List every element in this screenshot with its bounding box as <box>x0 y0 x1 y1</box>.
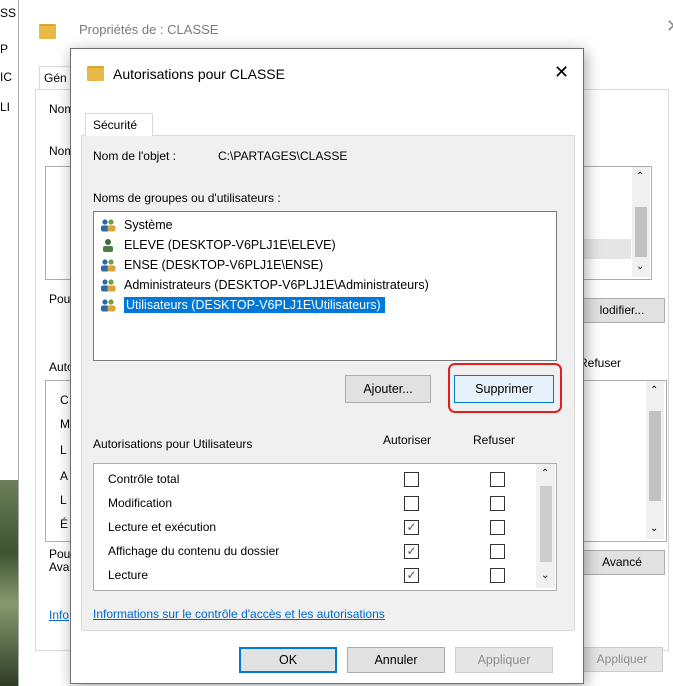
permissions-dialog: Autorisations pour CLASSE ✕ Sécurité Nom… <box>70 48 584 684</box>
group-row[interactable]: Système <box>94 215 556 235</box>
allow-checkbox[interactable]: ✓ <box>404 520 419 535</box>
outer-letter: C <box>60 393 69 407</box>
permission-name: Affichage du contenu du dossier <box>108 544 280 558</box>
background-text: LI <box>0 100 11 114</box>
group-label: Utilisateurs (DESKTOP-V6PLJ1E\Utilisateu… <box>124 297 385 313</box>
outer-label: Pou <box>49 292 71 306</box>
deny-checkbox[interactable] <box>490 544 505 559</box>
deny-checkbox[interactable] <box>490 568 505 583</box>
group-row[interactable]: Utilisateurs (DESKTOP-V6PLJ1E\Utilisateu… <box>94 295 556 315</box>
permissions-list: Contrôle total Modification Lecture et exé… <box>93 463 557 591</box>
deny-checkbox[interactable] <box>490 496 505 511</box>
folder-icon <box>87 66 104 81</box>
group-label: Administrateurs (DESKTOP-V6PLJ1E\Adminis… <box>124 278 429 292</box>
apply-button: Appliquer <box>455 647 553 673</box>
deny-checkbox[interactable] <box>490 472 505 487</box>
group-label: Système <box>124 218 173 232</box>
scroll-thumb[interactable] <box>635 207 647 257</box>
object-name-value: C:\PARTAGES\CLASSE <box>218 149 348 163</box>
tab-security[interactable]: Sécurité <box>85 113 153 136</box>
desktop-wallpaper <box>0 480 18 686</box>
outer-label: Pou Ava <box>49 547 71 574</box>
scroll-up-icon[interactable]: ⌃ <box>636 171 644 182</box>
allow-header: Autoriser <box>383 433 432 447</box>
scroll-down-icon[interactable]: ⌄ <box>636 261 644 272</box>
group-row[interactable]: ELEVE (DESKTOP-V6PLJ1E\ELEVE) <box>94 235 556 255</box>
object-name-label: Nom de l'objet : <box>93 149 176 163</box>
users-group-icon <box>100 218 116 232</box>
outer-info-link[interactable]: Info <box>49 608 69 622</box>
outer-perm-scrollbar[interactable]: ⌃ ⌄ <box>646 381 664 539</box>
permission-row: Contrôle total <box>94 468 534 490</box>
permission-row: Affichage du contenu du dossier ✓ <box>94 540 534 562</box>
outer-deny-header: Refuser <box>579 356 622 370</box>
allow-checkbox[interactable]: ✓ <box>404 544 419 559</box>
add-button[interactable]: Ajouter... <box>345 375 431 403</box>
allow-checkbox[interactable] <box>404 472 419 487</box>
advanced-button[interactable]: Avancé <box>579 550 665 575</box>
scroll-up-icon[interactable]: ⌃ <box>541 468 549 479</box>
permission-name: Lecture et exécution <box>108 520 217 534</box>
outer-letter: É <box>60 517 69 531</box>
access-control-info-link[interactable]: Informations sur le contrôle d'accès et … <box>93 607 385 621</box>
tab-label: Sécurité <box>93 118 138 132</box>
modify-button[interactable]: lodifier... <box>579 298 665 323</box>
outer-letter: M <box>60 417 70 431</box>
deny-header: Refuser <box>473 433 516 447</box>
folder-icon <box>39 24 56 39</box>
permissions-label: Autorisations pour Utilisateurs <box>93 437 253 451</box>
group-row[interactable]: Administrateurs (DESKTOP-V6PLJ1E\Adminis… <box>94 275 556 295</box>
permission-row: Lecture et exécution ✓ <box>94 516 534 538</box>
dialog-title: Autorisations pour CLASSE <box>113 66 285 82</box>
permissions-scrollbar[interactable]: ⌃ ⌄ <box>536 464 555 588</box>
permission-name: Lecture <box>108 568 149 582</box>
background-text: SS <box>0 6 17 20</box>
permission-name: Modification <box>108 496 173 510</box>
users-group-icon <box>100 258 116 272</box>
users-group-icon <box>100 278 116 292</box>
scroll-down-icon[interactable]: ⌄ <box>650 523 658 534</box>
scroll-thumb[interactable] <box>540 486 552 562</box>
groups-label: Noms de groupes ou d'utilisateurs : <box>93 191 281 205</box>
outer-apply-button: Appliquer <box>581 647 663 672</box>
group-row[interactable]: ENSE (DESKTOP-V6PLJ1E\ENSE) <box>94 255 556 275</box>
users-group-icon <box>100 298 116 312</box>
cancel-button[interactable]: Annuler <box>347 647 445 673</box>
permission-row: Modification <box>94 492 534 514</box>
close-icon[interactable]: ✕ <box>666 16 673 37</box>
deny-checkbox[interactable] <box>490 520 505 535</box>
ok-button[interactable]: OK <box>239 647 337 673</box>
group-label: ELEVE (DESKTOP-V6PLJ1E\ELEVE) <box>124 238 336 252</box>
outer-scrollbar[interactable]: ⌃ ⌄ <box>632 167 650 277</box>
groups-list[interactable]: Système ELEVE (DESKTOP-V6PLJ1E\ELEVE) ENSE… <box>93 211 557 361</box>
remove-highlight <box>448 363 562 413</box>
group-label: ENSE (DESKTOP-V6PLJ1E\ENSE) <box>124 258 324 272</box>
scroll-thumb[interactable] <box>649 411 661 501</box>
permission-name: Contrôle total <box>108 472 180 486</box>
allow-checkbox[interactable] <box>404 496 419 511</box>
outer-letter: L <box>60 443 67 457</box>
window-title: Propriétés de : CLASSE <box>79 22 219 37</box>
background-text: IC <box>0 70 12 84</box>
user-icon <box>100 238 116 252</box>
permission-row: Lecture ✓ <box>94 564 534 586</box>
allow-checkbox[interactable]: ✓ <box>404 568 419 583</box>
outer-letter: A <box>60 469 69 483</box>
groups-rows: Système ELEVE (DESKTOP-V6PLJ1E\ELEVE) ENSE… <box>94 212 556 315</box>
background-text: P <box>0 42 9 56</box>
scroll-up-icon[interactable]: ⌃ <box>650 385 658 396</box>
close-icon[interactable]: ✕ <box>554 62 569 83</box>
scroll-down-icon[interactable]: ⌄ <box>541 570 549 581</box>
outer-letter: L <box>60 493 67 507</box>
